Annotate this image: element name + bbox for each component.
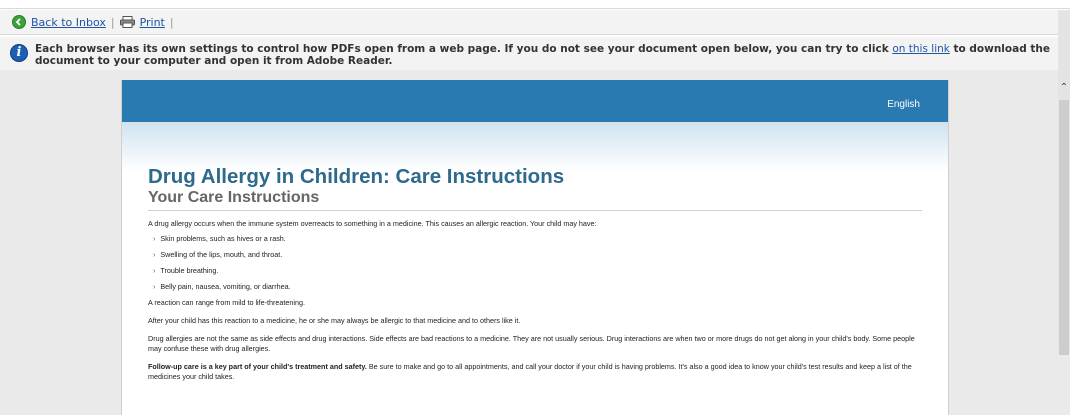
back-arrow-icon[interactable] xyxy=(12,15,26,29)
back-to-inbox-link[interactable]: Back to Inbox xyxy=(31,16,106,29)
language-label: English xyxy=(887,99,920,110)
pdf-notice: i Each browser has its own settings to c… xyxy=(0,37,1070,70)
after-paragraph: After your child has this reaction to a … xyxy=(148,316,521,325)
range-paragraph: A reaction can range from mild to life-t… xyxy=(148,298,306,307)
toolbar-separator: | xyxy=(110,15,115,29)
followup-bold: Follow-up care is a key part of your chi… xyxy=(148,362,367,371)
window-top-strip xyxy=(0,0,1070,9)
intro-paragraph: A drug allergy occurs when the immune sy… xyxy=(148,219,597,228)
chevron-right-icon: › xyxy=(153,284,156,291)
chevron-right-icon: › xyxy=(153,236,156,243)
toolbar: Back to Inbox | Print | xyxy=(0,10,1070,35)
notice-text-before: Each browser has its own settings to con… xyxy=(35,43,893,55)
list-item: › Trouble breathing. xyxy=(153,266,219,275)
printer-icon[interactable] xyxy=(119,16,135,28)
document-content: Drug Allergy in Children: Care Instructi… xyxy=(122,165,948,382)
not-same-paragraph: Drug allergies are not the same as side … xyxy=(148,334,915,353)
toolbar-separator-end: | xyxy=(169,15,174,29)
list-item: › Belly pain, nausea, vomiting, or diarrh… xyxy=(153,282,291,291)
chevron-right-icon: › xyxy=(153,268,156,275)
chevron-right-icon: › xyxy=(153,252,156,259)
document-title: Drug Allergy in Children: Care Instructi… xyxy=(148,165,565,188)
section-heading: Your Care Instructions xyxy=(148,189,922,211)
document-header-banner: English xyxy=(122,80,948,122)
print-link[interactable]: Print xyxy=(140,16,165,29)
list-item: › Skin problems, such as hives or a rash. xyxy=(153,234,286,243)
symptom-list: › Skin problems, such as hives or a rash.… xyxy=(148,234,922,293)
pdf-page: English Drug Allergy in Children: Care I… xyxy=(121,80,949,415)
info-icon: i xyxy=(10,44,28,62)
followup-paragraph: Follow-up care is a key part of your chi… xyxy=(148,362,922,382)
list-item: › Swelling of the lips, mouth, and throat… xyxy=(153,250,283,259)
notice-text: Each browser has its own settings to con… xyxy=(35,43,1070,70)
scroll-thumb[interactable] xyxy=(1059,100,1069,355)
download-link[interactable]: on this link xyxy=(892,43,949,55)
scroll-up-icon[interactable]: ⌃ xyxy=(1058,82,1070,96)
